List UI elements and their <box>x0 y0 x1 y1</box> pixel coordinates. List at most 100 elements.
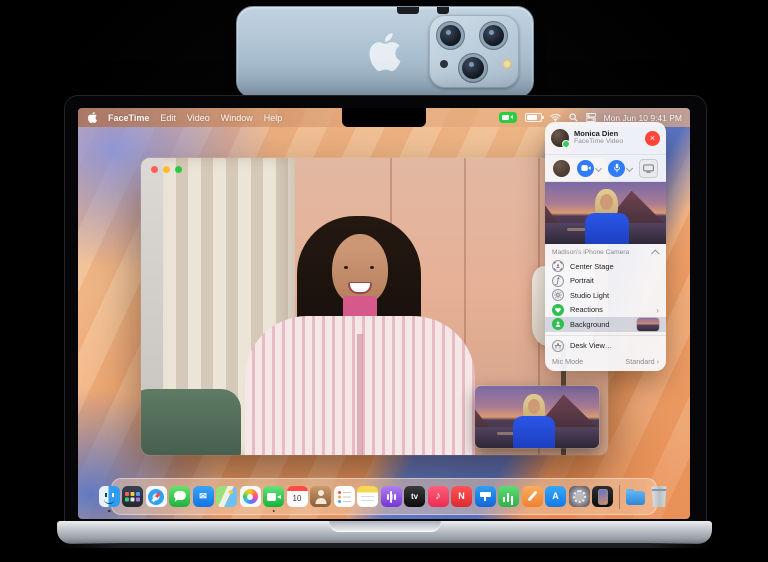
dock: ✉ 10 tv♪ N A <box>111 478 657 515</box>
pip-person-body <box>513 416 555 448</box>
video-toggle-button[interactable] <box>577 160 594 177</box>
camera-menu-item-label: Studio Light <box>570 291 609 300</box>
menu-items: FaceTime Edit Video Window Help <box>108 113 282 123</box>
camera-preview-button[interactable] <box>553 160 570 177</box>
camera-menu-item-label: Desk View… <box>570 341 612 350</box>
camera-menu-item-reactions[interactable]: Reactions › <box>545 303 666 318</box>
dock-calendar-icon[interactable]: 10 <box>287 486 308 507</box>
running-indicator <box>108 510 111 513</box>
lid-opening-notch <box>329 521 441 532</box>
dock-podcasts-icon[interactable] <box>381 486 402 507</box>
preview-person-body <box>585 213 629 244</box>
dock-safari-icon[interactable] <box>146 486 167 507</box>
dock-settings-icon[interactable] <box>569 486 590 507</box>
center-stage-icon <box>552 260 564 272</box>
macos-desktop: FaceTime Edit Video Window Help Mon Jun 10 9… <box>78 108 690 519</box>
macbook-base <box>57 521 712 544</box>
minimize-window-button[interactable] <box>163 166 170 173</box>
share-screen-button[interactable] <box>639 159 658 178</box>
background-icon <box>552 318 564 330</box>
dock-glyph: 10 <box>293 495 302 503</box>
iphone-flash <box>502 59 512 69</box>
camera-menu-item-studio-light[interactable]: Studio Light <box>545 288 666 303</box>
menu-window[interactable]: Window <box>221 113 253 123</box>
camera-menu-item-desk-view[interactable]: Desk View… <box>545 335 666 354</box>
camera-menu-item-portrait[interactable]: ƒPortrait <box>545 274 666 289</box>
dock-notes-icon[interactable] <box>357 486 378 507</box>
dock-finder-icon[interactable] <box>99 486 120 507</box>
video-caller-person <box>245 216 475 455</box>
dock-facetime-icon[interactable] <box>263 486 284 507</box>
call-controls-row <box>545 155 666 182</box>
dock-numbers-icon[interactable] <box>498 486 519 507</box>
camera-effects-menu: Madison's iPhone Camera Center Stage ƒPor… <box>545 244 666 371</box>
apple-menu-icon[interactable] <box>88 112 97 123</box>
camera-active-indicator-icon[interactable] <box>499 112 517 123</box>
camera-source-title: Madison's iPhone Camera <box>552 249 629 256</box>
video-options-chevron-icon[interactable] <box>595 164 602 171</box>
facetime-window[interactable] <box>141 158 608 455</box>
camera-menu-item-background[interactable]: Background <box>545 317 666 332</box>
control-center-icon[interactable] <box>586 113 596 122</box>
camera-menu-item-label: Center Stage <box>570 262 614 271</box>
dock-glyph: N <box>458 492 465 501</box>
dock-iphone-mirroring-icon[interactable] <box>592 486 613 507</box>
mic-mode-chevron-icon: › <box>657 357 659 366</box>
mic-mode-value: Standard <box>625 357 654 366</box>
iphone-continuity-camera <box>236 6 534 98</box>
dock-pages-icon[interactable] <box>522 486 543 507</box>
camera-menu-item-center-stage[interactable]: Center Stage <box>545 259 666 274</box>
menu-bar-left: FaceTime Edit Video Window Help <box>78 112 282 123</box>
dock-mail-icon[interactable]: ✉ <box>193 486 214 507</box>
scene: FaceTime Edit Video Window Help Mon Jun 10 9… <box>0 0 768 562</box>
pip-person-face <box>528 399 540 414</box>
dock-reminders-icon[interactable] <box>334 486 355 507</box>
menu-facetime[interactable]: FaceTime <box>108 113 149 123</box>
dock-photos-icon[interactable] <box>240 486 261 507</box>
caller-face <box>332 234 388 305</box>
iphone-lens <box>437 22 464 49</box>
submenu-chevron-icon: › <box>656 306 659 315</box>
zoom-window-button[interactable] <box>175 166 182 173</box>
display-notch <box>342 108 426 127</box>
mic-toggle-button[interactable] <box>608 160 625 177</box>
dock-appstore-icon[interactable]: A <box>545 486 566 507</box>
mic-mode-label: Mic Mode <box>552 357 583 366</box>
caller-avatar <box>551 129 569 147</box>
mic-options-chevron-icon[interactable] <box>626 164 633 171</box>
dock-trash-icon[interactable] <box>649 486 670 507</box>
dock-contacts-icon[interactable] <box>310 486 331 507</box>
menu-edit[interactable]: Edit <box>160 113 176 123</box>
dock-keynote-icon[interactable] <box>475 486 496 507</box>
continuity-camera-preview[interactable] <box>545 182 666 244</box>
camera-menu-header[interactable]: Madison's iPhone Camera <box>545 247 666 259</box>
iphone-camera-module <box>429 15 519 88</box>
dock-messages-icon[interactable] <box>169 486 190 507</box>
menu-help[interactable]: Help <box>264 113 283 123</box>
studio-light-icon <box>552 289 564 301</box>
dock-launchpad-icon[interactable] <box>122 486 143 507</box>
wifi-icon[interactable] <box>550 113 561 122</box>
dock-downloads-folder-icon[interactable] <box>625 486 646 507</box>
running-indicator <box>272 510 275 513</box>
close-window-button[interactable] <box>151 166 158 173</box>
facetime-call-notification[interactable]: Monica Dien FaceTime Video × <box>545 122 666 155</box>
dock-maps-icon[interactable] <box>216 486 237 507</box>
self-view-pip[interactable] <box>475 386 599 448</box>
camera-menu-item-label: Reactions <box>570 305 603 314</box>
end-call-button[interactable]: × <box>645 131 660 146</box>
video-armchair <box>141 389 241 455</box>
dock-news-icon[interactable]: N <box>451 486 472 507</box>
iphone-lidar <box>440 60 448 68</box>
spotlight-icon[interactable] <box>569 113 578 122</box>
menu-video[interactable]: Video <box>187 113 210 123</box>
dock-divider <box>619 485 620 509</box>
menu-bar-clock[interactable]: Mon Jun 10 9:41 PM <box>604 113 682 123</box>
collapse-chevron-icon[interactable] <box>651 249 659 257</box>
dock-tv-icon[interactable]: tv <box>404 486 425 507</box>
base-shadow <box>57 543 712 548</box>
battery-icon[interactable] <box>525 113 542 123</box>
notification-texts: Monica Dien FaceTime Video <box>574 130 623 146</box>
dock-music-icon[interactable]: ♪ <box>428 486 449 507</box>
mic-mode-row[interactable]: Mic Mode Standard › <box>545 354 666 371</box>
